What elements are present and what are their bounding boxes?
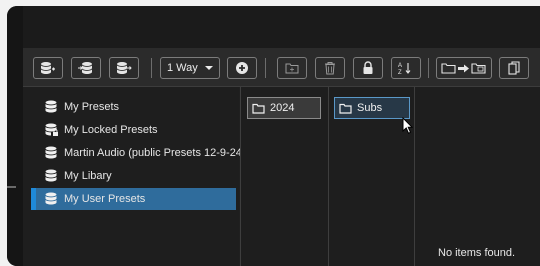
folder-icon [339, 103, 352, 114]
new-folder-button[interactable] [277, 57, 307, 79]
svg-text:Z: Z [398, 70, 402, 75]
mouse-cursor-icon [402, 117, 414, 134]
preset-list-column: No items found. [414, 87, 540, 266]
tree-item-label: My Libary [64, 170, 112, 182]
tree-item-label: My Presets [64, 101, 120, 113]
mode-select-value: 1 Way [167, 62, 198, 74]
chevron-down-icon [205, 66, 213, 70]
left-sidebar-strip [7, 6, 24, 266]
database-add-icon [41, 62, 55, 74]
folder-item-subs[interactable]: Subs [334, 97, 410, 119]
move-folder-icon [441, 63, 486, 74]
trash-icon [325, 62, 335, 75]
folder-label: Subs [357, 102, 383, 114]
tree-item-martin-audio[interactable]: Martin Audio (public Presets 12-9-24) [31, 142, 246, 164]
database-icon [45, 100, 57, 113]
tree-item-my-user-presets[interactable]: My User Presets [31, 188, 236, 210]
lock-button[interactable] [353, 57, 383, 79]
folder-column-2: Subs [328, 87, 415, 266]
tree-item-label: Martin Audio (public Presets 12-9-24) [64, 147, 246, 159]
title-bar [23, 6, 540, 48]
copy-icon [508, 61, 520, 75]
folder-item-2024[interactable]: 2024 [247, 97, 321, 119]
toolbar-divider [265, 58, 266, 78]
copy-button[interactable] [499, 57, 529, 79]
export-database-button[interactable] [109, 57, 139, 79]
import-database-button[interactable] [71, 57, 101, 79]
tree-item-my-libary[interactable]: My Libary [31, 165, 236, 187]
toolbar: 1 Way A Z [23, 48, 540, 87]
add-preset-button[interactable] [227, 57, 257, 79]
move-to-folder-button[interactable] [436, 57, 492, 79]
database-export-icon [117, 62, 132, 74]
app-window: 1 Way A Z My Presets My Locked Presets M… [7, 6, 540, 266]
sort-button[interactable]: A Z [391, 57, 421, 79]
database-icon [45, 192, 57, 205]
toolbar-divider [151, 58, 152, 78]
preset-library-tree: My Presets My Locked Presets Martin Audi… [23, 87, 246, 266]
folder-new-icon [285, 63, 299, 74]
folder-icon [252, 103, 265, 114]
lock-icon [363, 61, 373, 74]
tree-item-label: My Locked Presets [64, 124, 158, 136]
resize-handle[interactable] [7, 186, 16, 188]
tree-item-my-presets[interactable]: My Presets [31, 96, 236, 118]
empty-state-message: No items found. [438, 247, 516, 259]
sort-az-icon: A Z [398, 63, 411, 75]
toolbar-divider [428, 58, 429, 78]
add-database-button[interactable] [33, 57, 63, 79]
plus-circle-icon [236, 62, 248, 74]
tree-item-label: My User Presets [64, 193, 146, 205]
svg-text:A: A [398, 63, 402, 69]
database-import-icon [78, 62, 92, 74]
tree-item-my-locked-presets[interactable]: My Locked Presets [31, 119, 236, 141]
database-lock-icon [45, 123, 58, 136]
database-icon [45, 169, 57, 182]
mode-select[interactable]: 1 Way [160, 57, 220, 79]
delete-button[interactable] [315, 57, 345, 79]
database-icon [45, 146, 57, 159]
folder-column-1: 2024 [240, 87, 329, 266]
folder-label: 2024 [270, 102, 295, 114]
